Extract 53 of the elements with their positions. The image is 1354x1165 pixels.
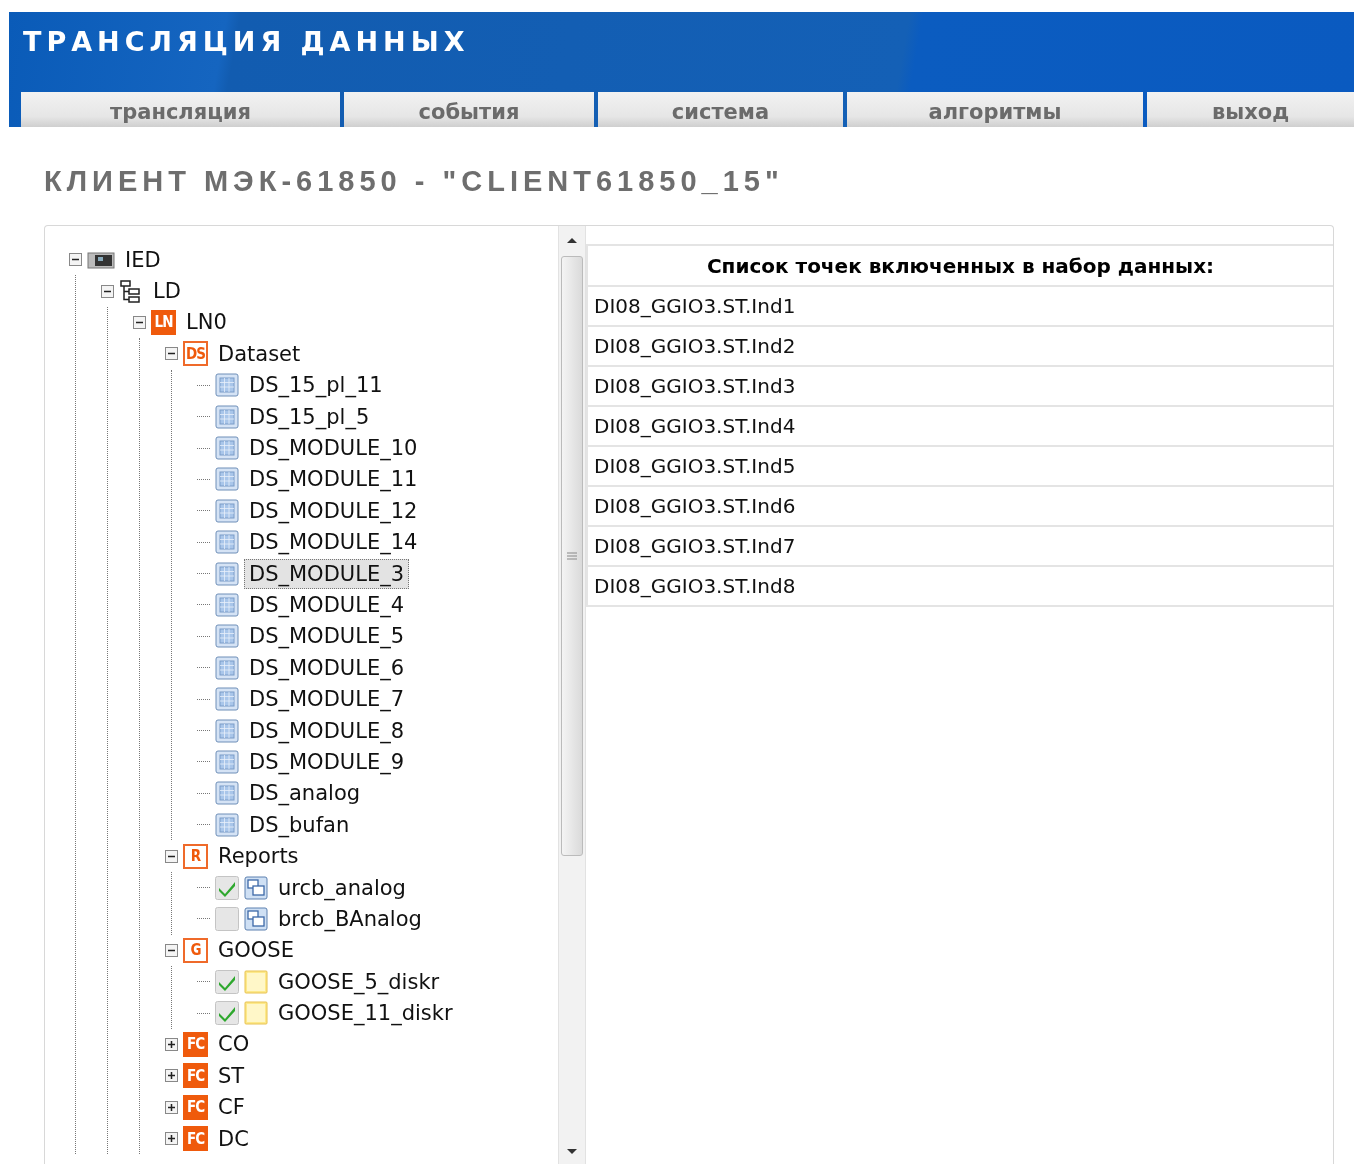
tree-item[interactable]: DS_MODULE_4 [244,590,410,620]
tree-item[interactable]: LD [148,276,186,307]
tree-item[interactable]: Dataset [213,338,306,369]
tree-item[interactable]: IED [120,244,166,275]
tree-item[interactable]: DC [213,1123,254,1154]
table-cell: DI08_GGIO3.ST.Ind7 [586,527,1333,567]
nav-tab[interactable]: система [598,92,843,127]
tree-item[interactable]: GOOSE [213,935,299,966]
badge-icon: FC [183,1094,208,1120]
tree-item[interactable]: urcb_analog [273,872,411,903]
tree-item[interactable]: DS_MODULE_12 [244,495,423,526]
tree-item[interactable]: DS_MODULE_8 [244,715,410,746]
nav-tab[interactable]: события [344,92,594,127]
tree-item[interactable]: DS_analog [244,778,366,809]
tree-item[interactable]: DS_MODULE_6 [244,652,410,683]
tree-item[interactable]: ST [213,1060,250,1091]
badge-icon: G [183,937,208,963]
tree-item[interactable]: DS_MODULE_9 [244,746,410,777]
table-cell: DI08_GGIO3.ST.Ind5 [586,447,1333,487]
tree-item[interactable]: DS_15_pl_5 [244,401,375,432]
badge-icon: R [183,843,208,869]
table-header: Список точек включенных в набор данных: [586,244,1333,287]
badge-icon: FC [183,1063,208,1089]
table-cell: DI08_GGIO3.ST.Ind1 [586,287,1333,327]
nav-tab[interactable]: алгоритмы [847,92,1143,127]
page-title: КЛИЕНТ МЭК-61850 - "CLIENT61850_15" [44,165,785,199]
tree-item[interactable]: DS_MODULE_3 [244,558,410,589]
table-cell: DI08_GGIO3.ST.Ind3 [586,367,1333,407]
tree-item[interactable]: DS_15_pl_11 [244,370,388,401]
badge-icon: DS [183,341,208,367]
badge-icon: FC [183,1031,208,1057]
tree-item[interactable]: LN0 [181,307,232,338]
badge-icon: LN [151,309,176,335]
app-title: ТРАНСЛЯЦИЯ ДАННЫХ [23,26,471,57]
tree-item[interactable]: CF [213,1092,250,1123]
tree-item[interactable]: DS_MODULE_11 [244,464,423,495]
tree-item[interactable]: GOOSE_5_diskr [273,966,445,997]
table-cell: DI08_GGIO3.ST.Ind4 [586,407,1333,447]
tree-item[interactable]: DS_MODULE_5 [244,621,410,652]
tree-item[interactable]: DS_MODULE_10 [244,433,423,464]
badge-icon: FC [183,1126,208,1152]
tree-item[interactable]: DS_MODULE_14 [244,527,423,558]
nav-tab[interactable]: выход [1147,92,1354,127]
tree-item[interactable]: Reports [213,841,304,872]
tree-item[interactable]: brcb_BAnalog [273,903,427,934]
tree-item[interactable]: GOOSE_11_diskr [273,998,458,1029]
tree-item[interactable]: DS_bufan [244,809,355,840]
table-cell: DI08_GGIO3.ST.Ind8 [586,567,1333,607]
table-cell: DI08_GGIO3.ST.Ind2 [586,327,1333,367]
table-cell: DI08_GGIO3.ST.Ind6 [586,487,1333,527]
tree-item[interactable]: CO [213,1029,255,1060]
nav-tab[interactable]: трансляция [21,92,340,127]
tree-item[interactable]: DS_MODULE_7 [244,684,410,715]
